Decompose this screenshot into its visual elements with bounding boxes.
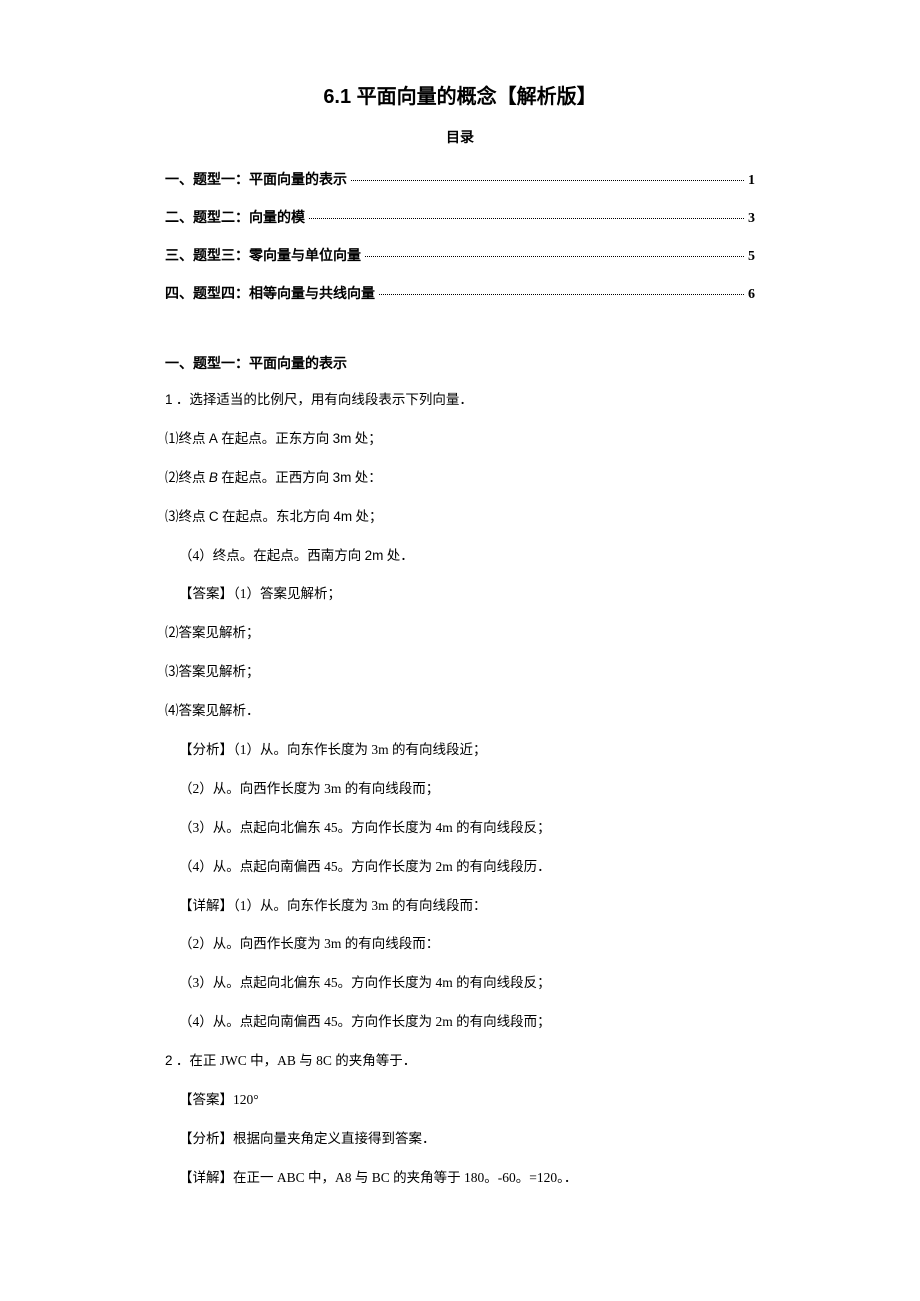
toc-page: 1	[748, 173, 755, 189]
text: 处：	[351, 470, 381, 485]
toc-leader-dots	[379, 294, 744, 295]
q1-answer-4: ⑷答案见解析．	[165, 702, 755, 721]
text: 在起点。正西方向	[218, 470, 333, 485]
text: ⑴终点	[165, 431, 209, 446]
text: ⑶终点	[165, 509, 209, 524]
q1-part2: ⑵终点 B 在起点。正西方向 3m 处：	[165, 469, 755, 488]
toc-label: 二、题型二：向量的模	[165, 207, 305, 227]
q1-part1: ⑴终点 A 在起点。正东方向 3m 处；	[165, 430, 755, 449]
q1-part4: （4）终点。在起点。西南方向 2m 处．	[165, 547, 755, 566]
toc-label: 三、题型三：零向量与单位向量	[165, 245, 361, 265]
distance-4m: 4m	[333, 509, 352, 524]
q1-detail-3: （3）从。点起向北偏东 45。方向作长度为 4m 的有向线段反；	[165, 974, 755, 993]
q2-detail: 【详解】在正一 ABC 中，A8 与 BC 的夹角等于 180。-60。=120…	[165, 1169, 755, 1188]
q1-analysis-2: （2）从。向西作长度为 3m 的有向线段而；	[165, 780, 755, 799]
text: ⑵终点	[165, 470, 209, 485]
text: （4）终点。在起点。西南方向	[179, 548, 365, 563]
text: 处；	[351, 431, 381, 446]
toc-row: 四、题型四：相等向量与共线向量 6	[165, 283, 755, 303]
text: 处．	[383, 548, 413, 563]
q1-stem-text: ．选择适当的比例尺，用有向线段表示下列向量．	[173, 392, 473, 407]
q1-answer-3: ⑶答案见解析；	[165, 663, 755, 682]
q2-analysis: 【分析】根据向量夹角定义直接得到答案．	[165, 1130, 755, 1149]
distance-3m: 3m	[333, 431, 352, 446]
q1-analysis-4: （4）从。点起向南偏西 45。方向作长度为 2m 的有向线段历．	[165, 858, 755, 877]
toc-label: 四、题型四：相等向量与共线向量	[165, 283, 375, 303]
point-C: C	[209, 509, 219, 524]
document-page: 6.1 平面向量的概念【解析版】 目录 一、题型一：平面向量的表示 1 二、题型…	[0, 0, 920, 1301]
q2-answer: 【答案】120°	[165, 1091, 755, 1110]
section-heading: 一、题型一：平面向量的表示	[165, 353, 755, 373]
q2-stem-text: ．在正 JWC 中，AB 与 8C 的夹角等于．	[173, 1053, 417, 1068]
q2-stem: 2 ．在正 JWC 中，AB 与 8C 的夹角等于．	[165, 1052, 755, 1071]
toc-row: 三、题型三：零向量与单位向量 5	[165, 245, 755, 265]
distance-3m: 3m	[333, 470, 352, 485]
q1-analysis-3: （3）从。点起向北偏东 45。方向作长度为 4m 的有向线段反；	[165, 819, 755, 838]
q1-answer-head: 【答案】（1）答案见解析；	[165, 585, 755, 604]
q1-answer-2: ⑵答案见解析；	[165, 624, 755, 643]
text: 在起点。正东方向	[218, 431, 333, 446]
q1-detail-head: 【详解】（1）从。向东作长度为 3m 的有向线段而：	[165, 897, 755, 916]
distance-2m: 2m	[365, 548, 384, 563]
toc-leader-dots	[351, 180, 744, 181]
q1-part3: ⑶终点 C 在起点。东北方向 4m 处；	[165, 508, 755, 527]
toc-row: 一、题型一：平面向量的表示 1	[165, 169, 755, 189]
q1-detail-4: （4）从。点起向南偏西 45。方向作长度为 2m 的有向线段而；	[165, 1013, 755, 1032]
q1-stem: 1 ．选择适当的比例尺，用有向线段表示下列向量．	[165, 391, 755, 410]
point-B: B	[209, 470, 218, 485]
toc-page: 5	[748, 249, 755, 265]
toc-leader-dots	[365, 256, 744, 257]
toc-page: 6	[748, 287, 755, 303]
toc-row: 二、题型二：向量的模 3	[165, 207, 755, 227]
text: 在起点。东北方向	[219, 509, 334, 524]
q1-detail-2: （2）从。向西作长度为 3m 的有向线段而：	[165, 935, 755, 954]
q1-analysis-head: 【分析】（1）从。向东作长度为 3m 的有向线段近；	[165, 741, 755, 760]
q1-number: 1	[165, 392, 173, 407]
q2-number: 2	[165, 1053, 173, 1068]
toc-leader-dots	[309, 218, 744, 219]
text: 处；	[352, 509, 382, 524]
page-title: 6.1 平面向量的概念【解析版】	[165, 80, 755, 109]
toc-label: 一、题型一：平面向量的表示	[165, 169, 347, 189]
table-of-contents: 一、题型一：平面向量的表示 1 二、题型二：向量的模 3 三、题型三：零向量与单…	[165, 169, 755, 303]
toc-heading: 目录	[165, 127, 755, 147]
toc-page: 3	[748, 211, 755, 227]
point-A: A	[209, 431, 218, 446]
